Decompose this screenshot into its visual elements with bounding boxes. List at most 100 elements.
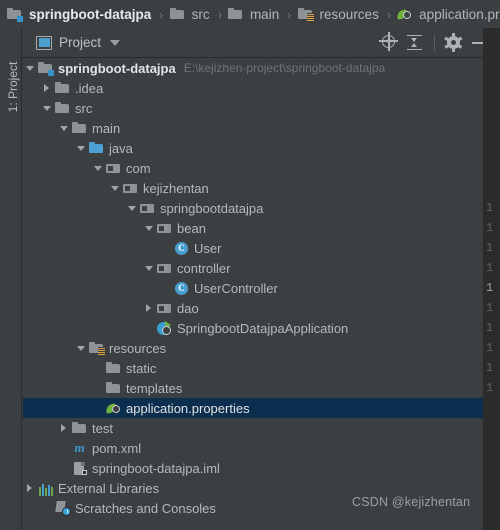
resources-folder-icon <box>297 6 314 22</box>
chevron-down-icon[interactable] <box>108 178 122 198</box>
package-icon <box>122 180 139 196</box>
chevron-right-icon[interactable] <box>40 78 54 98</box>
chevron-right-icon[interactable] <box>57 418 71 438</box>
tool-window-header: Project <box>0 28 500 58</box>
source-root-icon <box>88 140 105 156</box>
tree-row-label: External Libraries <box>58 480 160 496</box>
breadcrumb-item-label: application.properties <box>419 6 500 22</box>
project-view-selector[interactable]: Project <box>32 28 124 58</box>
tree-row[interactable]: test <box>23 418 483 438</box>
tree-row[interactable]: templates <box>23 378 483 398</box>
editor-gutter: 1 1 1 1 1 1 1 1 1 1 <box>483 198 500 398</box>
folder-icon <box>71 120 88 136</box>
breadcrumb-item-label: resources <box>319 6 379 22</box>
tree-arrow-spacer <box>159 238 173 258</box>
tool-window-actions <box>377 28 500 58</box>
editor-line-number: 1 <box>486 241 494 255</box>
toolbar-divider <box>434 34 435 51</box>
tree-row-label: .idea <box>75 80 104 96</box>
tree-arrow-spacer <box>142 318 156 338</box>
tree-row[interactable]: resources <box>23 338 483 358</box>
tree-row-label: com <box>126 160 151 176</box>
watermark: CSDN @kejizhentan <box>352 495 471 509</box>
tree-row-label: main <box>92 120 121 136</box>
tree-row[interactable]: kejizhentan <box>23 178 483 198</box>
module-folder-icon <box>37 60 54 76</box>
breadcrumb: springboot-datajpa › src › main › resources › ap… <box>0 0 500 28</box>
breadcrumb-item-src[interactable]: src <box>169 0 212 28</box>
breadcrumb-item-resources[interactable]: resources <box>297 0 381 28</box>
tree-row-label: bean <box>177 220 206 236</box>
tree-row[interactable]: .idea <box>23 78 483 98</box>
collapse-all-icon[interactable] <box>403 31 427 55</box>
locate-target-icon[interactable] <box>377 31 401 55</box>
editor-line-number: 1 <box>486 321 494 335</box>
tree-row[interactable]: java <box>23 138 483 158</box>
tree-row[interactable]: springboot-datajpa E:\kejizhen-project\sp… <box>23 58 483 78</box>
tree-row[interactable]: C User <box>23 238 483 258</box>
chevron-right-icon[interactable] <box>142 298 156 318</box>
chevron-down-icon[interactable] <box>74 138 88 158</box>
scratches-icon <box>54 500 71 516</box>
breadcrumb-item-label: springboot-datajpa <box>29 6 152 22</box>
tree-row-label: application.properties <box>126 400 250 416</box>
tree-row[interactable]: SpringbootDatajpaApplication <box>23 318 483 338</box>
breadcrumb-item-application-properties[interactable]: application.properties <box>396 0 500 28</box>
editor-line-number: 1 <box>486 281 494 295</box>
editor-line-number: 1 <box>486 341 494 355</box>
chevron-down-icon[interactable] <box>57 118 71 138</box>
project-tree[interactable]: springboot-datajpa E:\kejizhen-project\sp… <box>23 58 483 530</box>
editor-line-number: 1 <box>486 361 494 375</box>
chevron-down-icon[interactable] <box>110 39 121 46</box>
gear-icon[interactable] <box>442 31 466 55</box>
chevron-down-icon[interactable] <box>142 258 156 278</box>
tree-row[interactable]: springboot-datajpa.iml <box>23 458 483 478</box>
folder-icon <box>54 100 71 116</box>
chevron-down-icon[interactable] <box>74 338 88 358</box>
breadcrumb-separator: › <box>217 6 222 22</box>
chevron-down-icon[interactable] <box>40 98 54 118</box>
breadcrumb-separator: › <box>387 6 391 22</box>
folder-icon <box>71 420 88 436</box>
editor-line-number: 1 <box>486 261 494 275</box>
chevron-down-icon[interactable] <box>91 158 105 178</box>
tree-row[interactable]: com <box>23 158 483 178</box>
sidebar-tab-project[interactable]: 1: Project <box>2 49 24 125</box>
chevron-right-icon[interactable] <box>23 478 37 498</box>
tree-row[interactable]: controller <box>23 258 483 278</box>
breadcrumb-item-main[interactable]: main <box>227 0 281 28</box>
breadcrumb-item-springboot-datajpa[interactable]: springboot-datajpa <box>6 0 153 28</box>
tree-row-label: test <box>92 420 113 436</box>
tree-row-label: src <box>75 100 93 116</box>
left-tool-strip: 1: Project <box>0 28 22 530</box>
tree-row[interactable]: m pom.xml <box>23 438 483 458</box>
chevron-down-icon[interactable] <box>125 198 139 218</box>
breadcrumb-item-label: main <box>249 6 280 22</box>
tree-row[interactable]: dao <box>23 298 483 318</box>
tree-row[interactable]: bean <box>23 218 483 238</box>
editor-line-number: 1 <box>486 221 494 235</box>
editor-pane[interactable]: 1 1 1 1 1 1 1 1 1 1 <box>483 28 500 530</box>
tree-row[interactable]: static <box>23 358 483 378</box>
tree-row[interactable]: main <box>23 118 483 138</box>
tree-arrow-spacer <box>91 398 105 418</box>
tree-row-label: controller <box>177 260 231 276</box>
tree-row[interactable]: C UserController <box>23 278 483 298</box>
java-class-icon: C <box>173 240 190 256</box>
tree-row[interactable]: springbootdatajpa <box>23 198 483 218</box>
chevron-down-icon[interactable] <box>23 58 37 78</box>
chevron-down-icon[interactable] <box>142 218 156 238</box>
tree-row[interactable]: application.properties <box>23 398 483 418</box>
maven-icon: m <box>74 440 85 455</box>
tree-row[interactable]: src <box>23 98 483 118</box>
tree-row-label: kejizhentan <box>143 180 209 196</box>
